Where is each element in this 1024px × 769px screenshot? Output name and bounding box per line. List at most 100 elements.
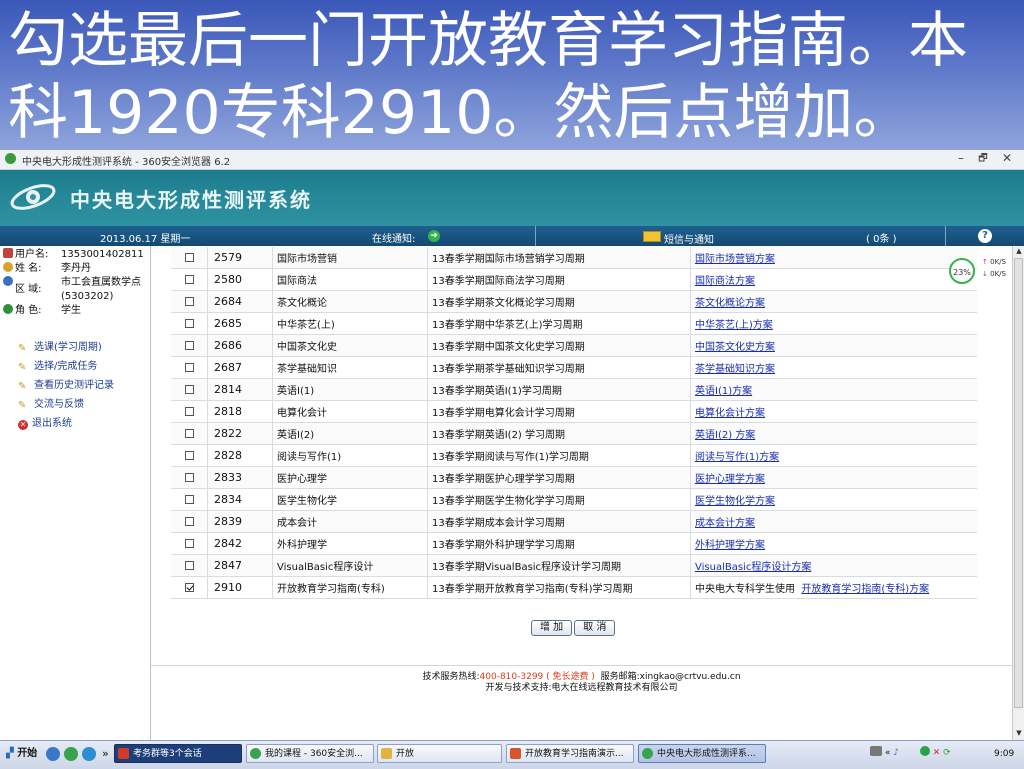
course-checkbox[interactable] [184, 406, 194, 416]
course-checkbox[interactable] [184, 538, 194, 548]
plan-cell: 成本会计方案 [690, 510, 977, 533]
plan-link[interactable]: VisualBasic程序设计方案 [695, 562, 811, 573]
360-quicklaunch-icon[interactable] [82, 747, 96, 761]
maximize-button[interactable]: 🗗 [974, 151, 992, 168]
security-icon[interactable] [919, 746, 930, 756]
scroll-thumb[interactable] [1014, 258, 1023, 708]
taskbar-item-folder[interactable]: 开放 [377, 744, 502, 763]
notice-arrow-icon[interactable]: ➜ [428, 230, 440, 242]
table-row[interactable]: 2685 中华茶艺(上) 13春季学期中华茶艺(上)学习周期 中华茶艺(上)方案 [171, 312, 977, 335]
table-row[interactable]: 2580 国际商法 13春季学期国际商法学习周期 国际商法方案 [171, 268, 977, 291]
add-button[interactable]: 增 加 [531, 620, 573, 636]
user-info: 用户名: 1353001402811 姓 名: 李丹丹 区 域: 市工会直属数学… [3, 248, 148, 318]
course-checkbox[interactable] [184, 494, 194, 504]
course-name: 茶学基础知识 [272, 356, 428, 379]
plan-link[interactable]: 外科护理学方案 [695, 540, 765, 551]
course-checkbox[interactable] [184, 428, 194, 438]
taskbar-item-my-courses[interactable]: 我的课程 - 360安全浏... [246, 744, 374, 763]
table-row[interactable]: 2579 国际市场营销 13春季学期国际市场营销学习周期 国际市场营销方案 [171, 247, 977, 269]
update-icon[interactable]: ⟳ [943, 748, 951, 758]
network-icon[interactable]: ✕ [933, 748, 941, 758]
current-date: 2013.06.17 星期一 [100, 234, 191, 245]
sidebar-item-feedback[interactable]: ✎ 交流与反馈 [18, 395, 114, 414]
table-row[interactable]: 2822 英语I(2) 13春季学期英语I(2) 学习周期 英语I(2) 方案 [171, 422, 977, 445]
plan-link[interactable]: 中华茶艺(上)方案 [695, 320, 773, 331]
network-speed-widget[interactable]: 23% ↑ 0K/S ↓ 0K/S [946, 257, 1016, 287]
course-checkbox[interactable] [184, 296, 194, 306]
start-button[interactable]: ▞ 开始 [2, 745, 41, 763]
study-period: 13春季学期阅读与写作(1)学习周期 [427, 444, 691, 467]
table-row[interactable]: 2828 阅读与写作(1) 13春季学期阅读与写作(1)学习周期 阅读与写作(1)方案 [171, 444, 977, 467]
table-row[interactable]: 2684 茶文化概论 13春季学期茶文化概论学习周期 茶文化概论方案 [171, 290, 977, 313]
course-checkbox[interactable] [184, 362, 194, 372]
keyboard-icon[interactable] [870, 746, 882, 756]
service-email[interactable]: xingkao@crtvu.edu.cn [640, 672, 741, 682]
row-checkbox-cell [171, 290, 208, 313]
course-checkbox[interactable] [184, 560, 194, 570]
sidebar-item-tasks[interactable]: ✎ 选择/完成任务 [18, 357, 114, 376]
taskbar-item-eval-system[interactable]: 中央电大形成性测评系... [638, 744, 766, 763]
course-checkbox[interactable] [184, 450, 194, 460]
close-button[interactable]: ✕ [998, 151, 1016, 165]
table-row[interactable]: 2839 成本会计 13春季学期成本会计学习周期 成本会计方案 [171, 510, 977, 533]
course-checkbox[interactable] [184, 252, 194, 262]
plan-link[interactable]: 茶学基础知识方案 [695, 364, 775, 375]
table-row[interactable]: 2814 英语I(1) 13春季学期英语I(1)学习周期 英语I(1)方案 [171, 378, 977, 401]
course-checkbox[interactable] [184, 472, 194, 482]
sidebar-item-logout[interactable]: ✕ 退出系统 [18, 414, 114, 433]
browser-quicklaunch-icon[interactable] [64, 747, 78, 761]
ie-quicklaunch-icon[interactable] [46, 747, 60, 761]
table-row[interactable]: 2833 医护心理学 13春季学期医护心理学学习周期 医护心理学方案 [171, 466, 977, 489]
taskbar-item-ppt[interactable]: 开放教育学习指南演示... [506, 744, 634, 763]
taskbar-item-chat[interactable]: 考务群等3个会话 [114, 744, 242, 763]
plan-link[interactable]: 国际商法方案 [695, 276, 755, 287]
exit-icon: ✕ [18, 420, 28, 430]
scroll-down-icon[interactable]: ▼ [1014, 728, 1024, 738]
scroll-up-icon[interactable]: ▲ [1014, 246, 1024, 256]
table-row[interactable]: 2818 电算化会计 13春季学期电算化会计学习周期 电算化会计方案 [171, 400, 977, 423]
plan-link[interactable]: 英语I(1)方案 [695, 386, 752, 397]
course-checkbox[interactable] [184, 582, 194, 592]
plan-link[interactable]: 英语I(2) 方案 [695, 430, 755, 441]
help-icon[interactable]: ? [978, 229, 992, 243]
plan-link[interactable]: 成本会计方案 [695, 518, 755, 529]
course-checkbox[interactable] [184, 274, 194, 284]
sms-notice-link[interactable]: 短信与通知 [664, 231, 714, 246]
plan-link[interactable]: 电算化会计方案 [695, 408, 765, 419]
plan-link[interactable]: 阅读与写作(1)方案 [695, 452, 779, 463]
plan-link[interactable]: 中国茶文化史方案 [695, 342, 775, 353]
cancel-button[interactable]: 取 消 [574, 620, 616, 636]
course-name: 中华茶艺(上) [272, 312, 428, 335]
course-checkbox[interactable] [184, 318, 194, 328]
course-name: 阅读与写作(1) [272, 444, 428, 467]
table-row[interactable]: 2834 医学生物化学 13春季学期医学生物化学学习周期 医学生物化学方案 [171, 488, 977, 511]
globe-icon [3, 276, 13, 286]
course-code: 2910 [207, 576, 273, 599]
volume-icon[interactable]: ♪ [893, 748, 899, 758]
sidebar-item-select-course[interactable]: ✎ 选课(学习周期) [18, 338, 114, 357]
table-row[interactable]: 2686 中国茶文化史 13春季学期中国茶文化史学习周期 中国茶文化史方案 [171, 334, 977, 357]
course-checkbox[interactable] [184, 340, 194, 350]
page-scrollbar[interactable]: ▲ ▼ [1012, 246, 1024, 740]
table-row[interactable]: 2687 茶学基础知识 13春季学期茶学基础知识学习周期 茶学基础知识方案 [171, 356, 977, 379]
plan-link[interactable]: 医学生物化学方案 [695, 496, 775, 507]
table-row[interactable]: 2910 开放教育学习指南(专科) 13春季学期开放教育学习指南(专科)学习周期 中央… [171, 576, 977, 599]
minimize-button[interactable]: – [952, 151, 970, 165]
plan-link[interactable]: 医护心理学方案 [695, 474, 765, 485]
plan-link[interactable]: 开放教育学习指南(专科)方案 [801, 584, 929, 595]
course-checkbox[interactable] [184, 516, 194, 526]
table-row[interactable]: 2842 外科护理学 13春季学期外科护理学学习周期 外科护理学方案 [171, 532, 977, 555]
course-code: 2814 [207, 378, 273, 401]
plan-link[interactable]: 国际市场营销方案 [695, 254, 775, 265]
study-period: 13春季学期中华茶艺(上)学习周期 [427, 312, 691, 335]
course-checkbox[interactable] [184, 384, 194, 394]
course-code: 2685 [207, 312, 273, 335]
study-period: 13春季学期VisualBasic程序设计学习周期 [427, 554, 691, 577]
row-checkbox-cell [171, 532, 208, 555]
quicklaunch-chevron[interactable]: » [102, 747, 109, 760]
sidebar-item-history[interactable]: ✎ 查看历史测评记录 [18, 376, 114, 395]
plan-link[interactable]: 茶文化概论方案 [695, 298, 765, 309]
table-row[interactable]: 2847 VisualBasic程序设计 13春季学期VisualBasic程序设计… [171, 554, 977, 577]
study-period: 13春季学期开放教育学习指南(专科)学习周期 [427, 576, 691, 599]
course-name: 中国茶文化史 [272, 334, 428, 357]
